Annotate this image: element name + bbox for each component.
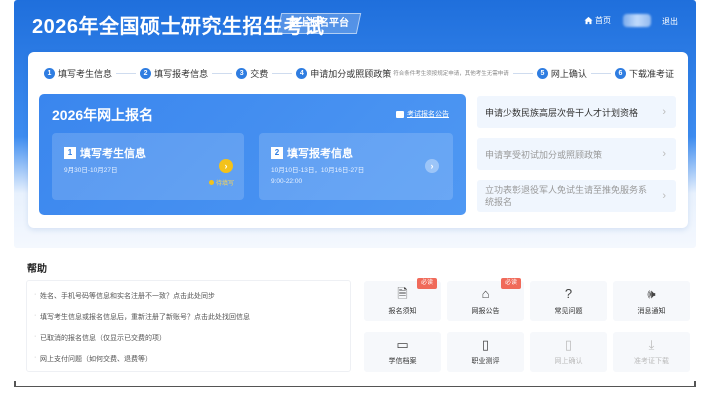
faq-item-sync[interactable]: 姓名、手机号码等信息和实名注册不一致？点击此处同步 [34, 291, 215, 301]
home-link[interactable]: 首页 [584, 15, 611, 26]
confirm-icon: ▯ [564, 337, 573, 352]
faq-item-recover[interactable]: 填写考生信息或报名信息后，重新注册了新账号？点击此处找回信息 [34, 312, 250, 322]
home-label: 首页 [595, 16, 611, 25]
tile-notifications[interactable]: 🕪 消息通知 [613, 281, 690, 321]
download-icon: ⤓ [648, 337, 655, 352]
step-connector [272, 72, 293, 74]
card1-title: 1 填写考生信息 [64, 145, 146, 161]
chevron-right-icon: › [662, 148, 666, 160]
card2-title: 2 填写报考信息 [271, 145, 353, 161]
status-label: 待填写 [216, 181, 235, 187]
step-number: 1 [44, 67, 55, 79]
step-connector [512, 72, 533, 74]
archive-icon: ▭ [396, 337, 409, 352]
tile-admission-ticket[interactable]: ⤓ 准考证下载 [613, 332, 690, 372]
card1-go-button[interactable]: › [219, 159, 233, 173]
step-number: 3 [236, 67, 248, 79]
step-label: 填写考生信息 [58, 68, 113, 79]
notice-label: 考试报名公告 [407, 111, 449, 118]
tile-online-confirm[interactable]: ▯ 网上确认 [530, 332, 607, 372]
progress-steps: 1 填写考生信息 2 填写报考信息 3 交费 4 申请加分或照顾政策 符合条件考生须按规定… [44, 66, 674, 80]
status-badge: 待填写 [209, 178, 234, 187]
card2-hours: 9:00-22:00 [271, 178, 303, 185]
tile-label: 准考证下载 [634, 358, 669, 365]
step-label: 申请加分或照顾政策 [310, 68, 392, 79]
chevron-right-icon: › [662, 190, 666, 202]
question-icon: ? [564, 286, 573, 301]
step-1: 1 填写考生信息 [44, 67, 112, 80]
step-4: 4 申请加分或照顾政策 符合条件考生须按规定申请，其他考生无需申请 [296, 67, 509, 80]
help-heading: 帮助 [27, 264, 47, 275]
tile-label: 网上确认 [554, 358, 583, 365]
speaker-icon: 🕪 [647, 286, 656, 301]
logout-link[interactable]: 退出 [662, 16, 678, 27]
step-number: 2 [140, 67, 152, 79]
tile-label: 学信档案 [388, 358, 417, 365]
tile-label: 网报公告 [471, 308, 500, 315]
card-title-text: 填写报考信息 [287, 148, 353, 160]
step-number: 6 [614, 67, 626, 79]
tile-label: 报名须知 [388, 308, 417, 315]
policy-label: 申请享受初试加分或照顾政策 [485, 149, 603, 160]
step-number: 4 [296, 67, 308, 79]
step-6: 6 下载准考证 [614, 67, 674, 80]
step-label: 交费 [250, 68, 269, 79]
tile-label: 消息通知 [637, 308, 666, 315]
faq-item-cancelled[interactable]: 已取消的报名信息（仅显示已交费的项） [34, 333, 166, 343]
announcement-icon: ⌂ [481, 286, 490, 301]
tile-label: 职业测评 [471, 358, 500, 365]
chevron-right-icon: › [662, 106, 666, 118]
assessment-icon: ▯ [481, 337, 490, 352]
step-label: 下载准考证 [628, 68, 674, 79]
step-connector [212, 72, 233, 74]
status-dot-icon [209, 180, 214, 185]
step-label: 填写报考信息 [154, 68, 209, 79]
home-icon [584, 16, 593, 25]
step-3: 3 交费 [236, 67, 268, 80]
must-read-badge: 必读 [417, 278, 437, 289]
card2-go-button[interactable]: › [425, 159, 439, 173]
policy-minority-talent[interactable]: 申请少数民族高层次骨干人才计划资格 › [477, 96, 676, 128]
step-5: 5 网上确认 [536, 67, 587, 80]
must-read-badge: 必读 [501, 278, 521, 289]
tile-faq[interactable]: ? 常见问题 [530, 281, 607, 321]
step-label: 网上确认 [550, 68, 587, 79]
tile-label: 常见问题 [554, 308, 583, 315]
faq-item-payment[interactable]: 网上支付问题（如何交费、退费等） [34, 354, 152, 364]
step-2: 2 填写报考信息 [140, 67, 208, 80]
card1-dates: 9月30日-10月27日 [64, 167, 118, 174]
tile-chsi-archive[interactable]: ▭ 学信档案 [364, 332, 441, 372]
tile-announcement[interactable]: ⌂ 网报公告 必读 [447, 278, 524, 321]
notice-icon [396, 110, 404, 118]
bottom-cap-right [694, 381, 696, 387]
policy-label: 立功表彰退役军人免试生请至推免服务系统报名 [485, 185, 648, 207]
tile-career-assessment[interactable]: ▯ 职业测评 [447, 332, 524, 372]
policy-bonus-points[interactable]: 申请享受初试加分或照顾政策 › [477, 138, 676, 170]
card-title-text: 填写考生信息 [80, 148, 146, 160]
step-number: 5 [536, 67, 548, 79]
bottom-divider [14, 386, 696, 387]
registration-title: 2026年网上报名 [52, 107, 154, 123]
step-note: 符合条件考生须按规定申请，其他考生无需申请 [393, 71, 509, 77]
policy-label: 申请少数民族高层次骨干人才计划资格 [485, 107, 639, 118]
platform-tag: 网上报名平台 [276, 13, 362, 34]
platform-label: 网上报名平台 [289, 18, 349, 29]
step-connector [116, 72, 137, 74]
card-number: 1 [64, 147, 76, 159]
policy-veteran-exempt[interactable]: 立功表彰退役军人免试生请至推免服务系统报名 › [477, 180, 676, 212]
user-avatar[interactable] [623, 14, 651, 27]
exam-notice-link[interactable]: 考试报名公告 [396, 109, 449, 119]
document-icon: 🗎 [397, 286, 408, 301]
step-connector [590, 72, 611, 74]
tile-registration-guide[interactable]: 🗎 报名须知 必读 [364, 278, 441, 321]
bottom-cap-left [14, 381, 16, 387]
card-number: 2 [271, 147, 283, 159]
card2-dates: 10月10日-13日，10月16日-27日 [271, 167, 365, 174]
